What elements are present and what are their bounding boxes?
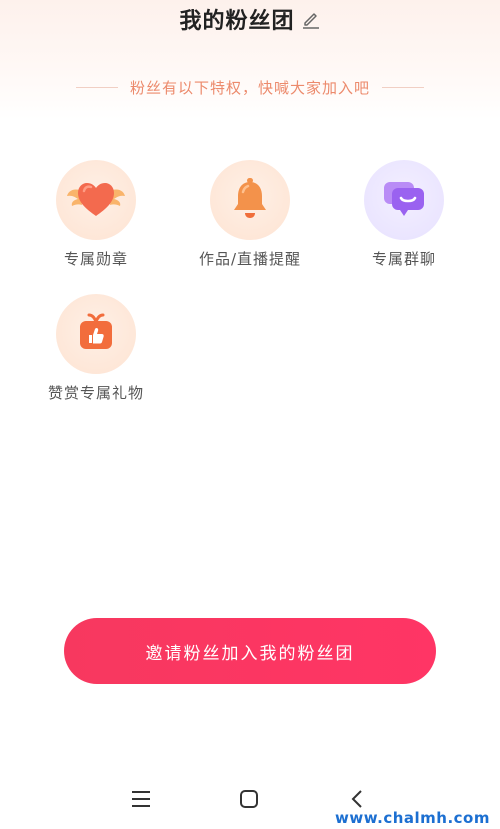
perk-label: 作品/直播提醒 [198,250,302,268]
page-title[interactable]: 我的粉丝团 [179,3,294,35]
perk-icon-circle [56,160,136,240]
subtitle-row: 粉丝有以下特权，快喊大家加入吧 [0,76,500,98]
perk-exclusive-group-chat[interactable]: 专属群聊 [329,160,479,269]
bell-icon [230,176,270,224]
perk-label: 专属群聊 [371,250,436,268]
header: 我的粉丝团 [0,4,500,34]
subtitle-divider-right [382,86,424,88]
home-square-icon[interactable] [234,784,264,814]
perk-exclusive-gift[interactable]: 赞赏专属礼物 [21,294,171,403]
site-watermark: www.chalmh.com [335,809,490,827]
perk-exclusive-medal[interactable]: 专属勋章 [21,160,171,269]
menu-icon[interactable] [126,784,156,814]
perk-label: 赞赏专属礼物 [47,384,144,402]
chat-bubbles-icon [382,178,426,222]
perk-work-live-reminder[interactable]: 作品/直播提醒 [175,160,325,269]
perk-icon-circle [364,160,444,240]
invite-fans-button[interactable]: 邀请粉丝加入我的粉丝团 [64,618,436,684]
perk-icon-circle [56,294,136,374]
perk-icon-circle [210,160,290,240]
subtitle-divider-left [75,86,118,88]
perk-label: 专属勋章 [63,250,128,268]
privilege-subtitle: 粉丝有以下特权，快喊大家加入吧 [129,78,370,97]
winged-heart-icon [66,176,126,224]
pencil-edit-icon[interactable] [301,9,321,29]
gift-box-icon [75,311,117,357]
